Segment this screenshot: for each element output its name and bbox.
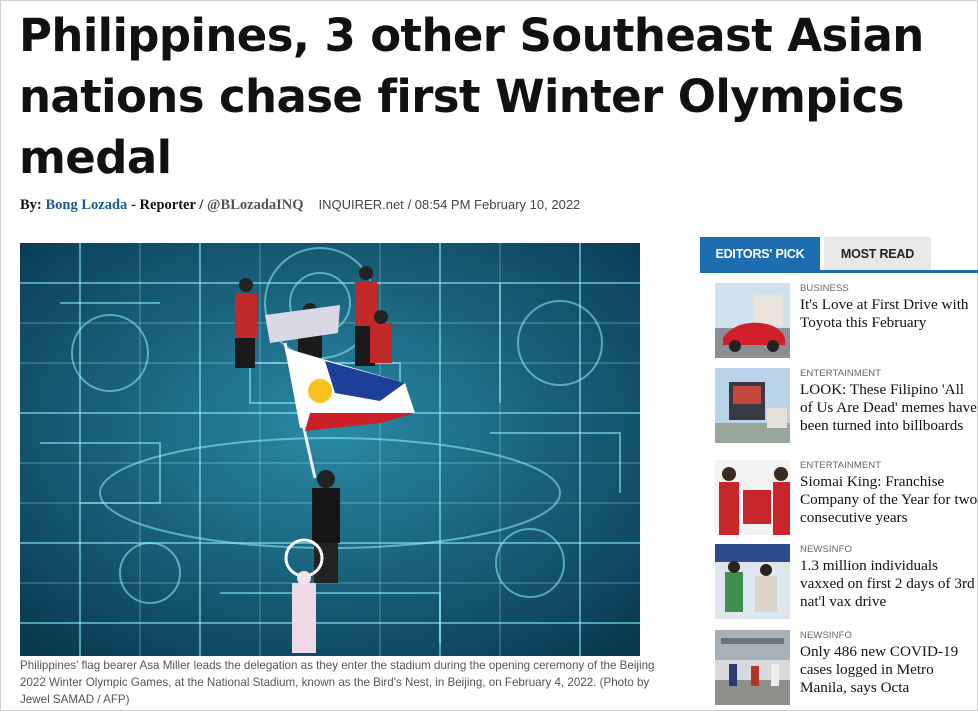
article-photo [20,243,640,656]
story-title-link[interactable]: Only 486 new COVID-19 cases logged in Me… [800,643,978,697]
byline: By: Bong Lozada - Reporter / @BLozadaINQ… [20,197,580,214]
story-category: NEWSINFO [800,544,852,555]
sidebar-story[interactable]: BUSINESS It's Love at First Drive with T… [715,283,978,359]
story-title-link[interactable]: Siomai King: Franchise Company of the Ye… [800,473,978,527]
author-link[interactable]: Bong Lozada [46,197,128,213]
sidebar-story[interactable]: NEWSINFO 1.3 million individuals vaxxed … [715,544,978,620]
story-thumbnail[interactable] [715,630,790,705]
tab-editors-pick[interactable]: EDITORS' PICK [700,237,820,271]
author-role: - Reporter / [131,197,204,213]
story-thumbnail[interactable] [715,283,790,358]
author-handle-link[interactable]: @BLozadaINQ [207,197,303,213]
source-name: INQUIRER.net [318,197,404,212]
sidebar-story[interactable]: ENTERTAINMENT LOOK: These Filipino 'All … [715,368,978,444]
byline-prefix: By: [20,197,42,213]
sidebar-story[interactable]: ENTERTAINMENT Siomai King: Franchise Com… [715,460,978,536]
story-title-link[interactable]: 1.3 million individuals vaxxed on first … [800,557,978,611]
article-headline: Philippines, 3 other Southeast Asian nat… [19,9,924,184]
story-category: BUSINESS [800,283,849,294]
story-category: NEWSINFO [800,630,852,641]
sidebar-tabs: EDITORS' PICK MOST READ [700,237,932,271]
story-category: ENTERTAINMENT [800,368,882,379]
story-thumbnail[interactable] [715,460,790,535]
story-title-link[interactable]: LOOK: These Filipino 'All of Us Are Dead… [800,381,978,435]
photo-caption: Philippines' flag bearer Asa Miller lead… [20,659,655,706]
story-category: ENTERTAINMENT [800,460,882,471]
story-thumbnail[interactable] [715,544,790,619]
publish-datetime: / 08:54 PM February 10, 2022 [407,197,581,212]
story-title-link[interactable]: It's Love at First Drive with Toyota thi… [800,296,978,332]
tab-most-read[interactable]: MOST READ [824,237,931,271]
sidebar-story[interactable]: NEWSINFO Only 486 new COVID-19 cases log… [715,630,978,706]
story-thumbnail[interactable] [715,368,790,443]
tabs-underline [700,270,978,273]
